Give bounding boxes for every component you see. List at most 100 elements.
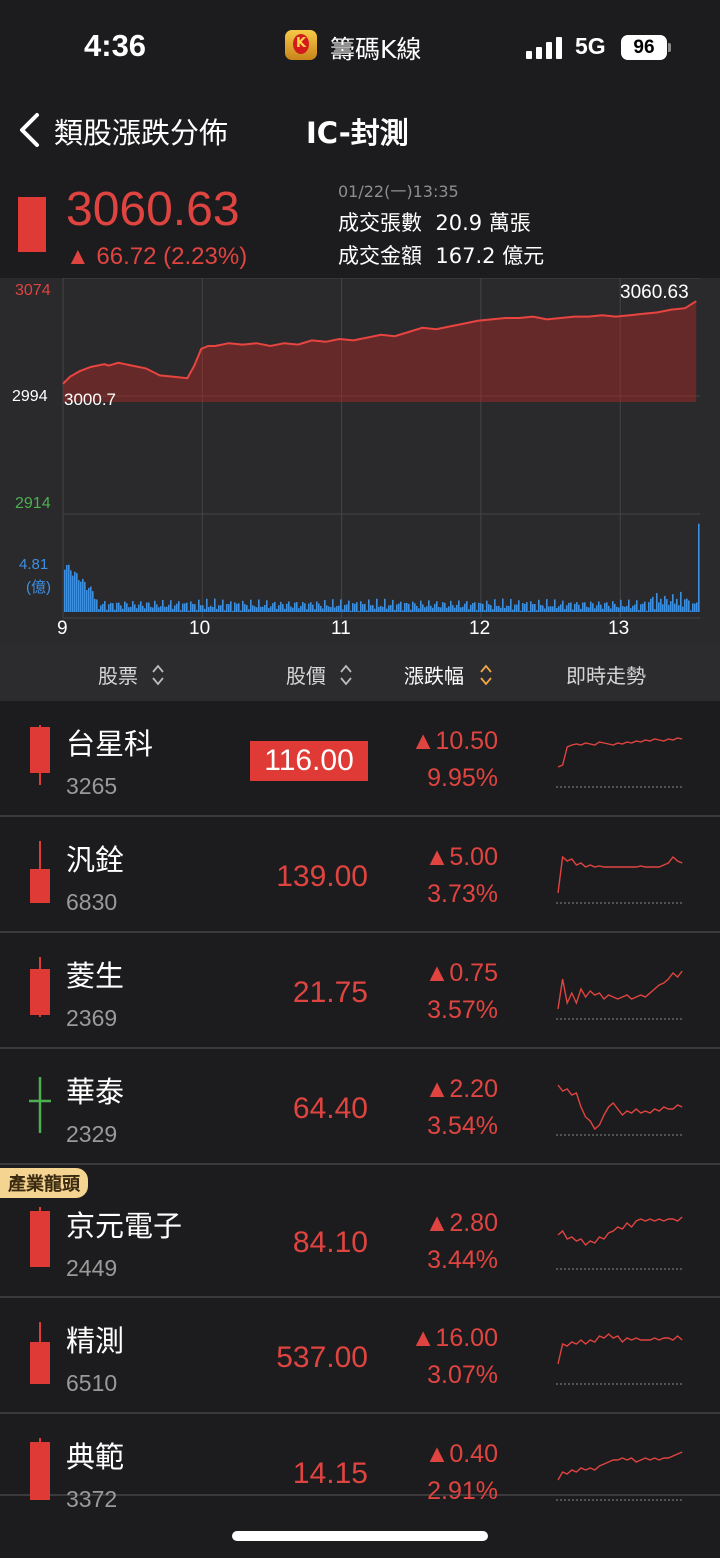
sort-by-change[interactable]: 漲跌幅 <box>404 660 492 689</box>
volume-bar <box>306 609 308 612</box>
volume-bar <box>534 604 536 612</box>
volume-bar <box>90 586 92 612</box>
network-type: 5G <box>575 33 606 59</box>
volume-bar <box>356 602 358 612</box>
volume-bar <box>396 604 398 612</box>
volume-bar <box>378 606 380 612</box>
back-button[interactable]: 類股漲跌分佈 <box>54 110 228 152</box>
volume-bar <box>244 604 246 612</box>
volume-bar <box>92 591 94 612</box>
volume-bar <box>660 598 662 612</box>
volume-bar <box>76 573 78 612</box>
sort-icon <box>152 664 164 686</box>
volume-bar <box>426 606 428 612</box>
volume-bar <box>360 601 362 612</box>
candlestick-icon <box>30 841 50 903</box>
volume-bar <box>230 601 232 612</box>
volume-bar <box>454 607 456 612</box>
last-price-label: 3060.63 <box>620 282 689 303</box>
amount-stat: 成交金額 167.2 億元 <box>338 240 544 270</box>
volume-bar <box>122 608 124 612</box>
volume-bar <box>354 603 356 612</box>
volume-bar <box>448 606 450 612</box>
volume-bar <box>632 605 634 612</box>
stock-change: ▲0.40 <box>424 1440 498 1468</box>
stock-change: ▲5.00 <box>424 843 498 871</box>
volume-bar <box>104 601 106 612</box>
volume-bar <box>118 602 120 612</box>
x-tick-11: 11 <box>331 618 351 639</box>
volume-bar <box>194 604 196 612</box>
volume-bar <box>566 605 568 612</box>
stock-change: ▲2.20 <box>424 1075 498 1103</box>
volume-bar <box>568 602 570 612</box>
volume-bar <box>220 605 222 612</box>
stock-change-pct: 3.44% <box>427 1246 498 1274</box>
volume-bar <box>212 607 214 612</box>
volume-bar <box>350 610 352 612</box>
sort-by-price[interactable]: 股價 <box>286 660 352 689</box>
volume-bar <box>272 603 274 612</box>
volume-bar <box>670 601 672 612</box>
candlestick-icon <box>30 957 50 1017</box>
volume-bar <box>98 609 100 612</box>
volume-bar <box>662 604 664 612</box>
volume-bar <box>280 601 282 612</box>
volume-bar <box>188 610 190 612</box>
volume-bar <box>486 600 488 612</box>
volume-bar <box>690 610 692 612</box>
volume-bar <box>150 606 152 612</box>
volume-bar <box>658 602 660 612</box>
volume-bar <box>388 605 390 612</box>
volume-bar <box>226 604 228 612</box>
y-tick-bottom: 2914 <box>15 495 51 512</box>
volume-bar <box>386 608 388 612</box>
volume-bar <box>562 600 564 612</box>
volume-bar <box>516 604 518 612</box>
volume-bar <box>420 600 422 612</box>
volume-bar <box>610 608 612 612</box>
volume-bar <box>432 607 434 612</box>
volume-bar <box>654 609 656 612</box>
volume-bar <box>164 606 166 612</box>
volume-bar <box>446 607 448 612</box>
volume-bar <box>318 603 320 612</box>
stock-name: 京元電子 <box>66 1209 183 1243</box>
volume-bar <box>364 603 366 612</box>
intraday-chart-svg <box>62 277 700 619</box>
volume-bar <box>452 605 454 612</box>
volume-bar <box>234 602 236 612</box>
volume-bar <box>156 604 158 612</box>
volume-bar <box>140 601 142 612</box>
volume-bar <box>498 605 500 612</box>
volume-bar <box>510 599 512 612</box>
sort-by-stock[interactable]: 股票 <box>98 660 164 689</box>
volume-bar <box>78 580 80 612</box>
volume-bar <box>214 598 216 612</box>
stock-code: 2369 <box>66 1005 118 1031</box>
volume-bar <box>374 608 376 612</box>
volume-bar <box>288 601 290 612</box>
volume-bar <box>548 606 550 612</box>
volume-bar <box>490 605 492 612</box>
volume-bar <box>444 602 446 612</box>
volume-bar <box>338 605 340 612</box>
volume-bar <box>86 590 88 612</box>
volume-bar <box>414 603 416 612</box>
volume-bar <box>218 605 220 612</box>
intraday-chart[interactable] <box>0 277 720 643</box>
volume-bar <box>692 603 694 612</box>
volume-bar <box>580 608 582 612</box>
volume-bar <box>558 606 560 612</box>
volume-bar <box>644 601 646 612</box>
volume-bar <box>368 599 370 612</box>
home-indicator[interactable] <box>232 1531 488 1541</box>
volume-bar <box>594 608 596 612</box>
volume-bar <box>372 605 374 612</box>
volume-bar <box>172 608 174 612</box>
volume-bar <box>404 603 406 612</box>
volume-bar <box>462 606 464 612</box>
volume-bar <box>308 603 310 612</box>
back-chevron-icon[interactable] <box>18 112 40 148</box>
trend-sparkline <box>556 737 684 788</box>
